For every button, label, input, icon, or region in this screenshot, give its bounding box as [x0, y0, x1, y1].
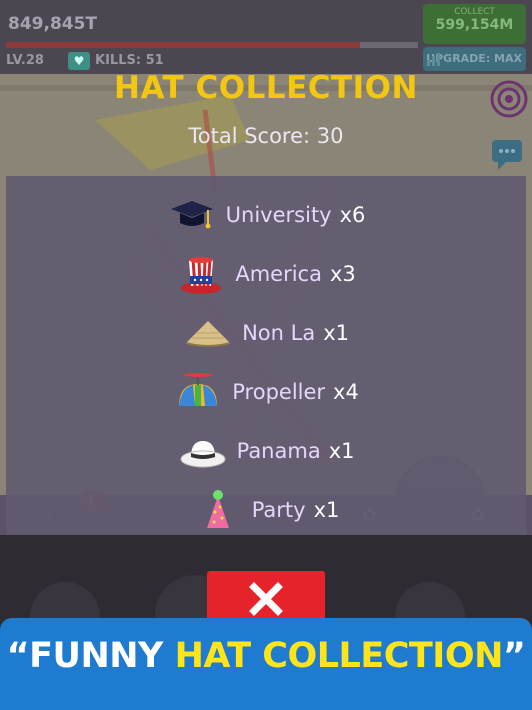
- hat-name: Propeller: [232, 380, 326, 404]
- hat-row-non-la: Non La x1: [6, 311, 526, 355]
- hat-name: Party: [251, 498, 306, 522]
- hat-row-party: Party x1: [6, 488, 526, 532]
- hat-row-panama: Panama x1: [6, 429, 526, 473]
- panama-hat-icon: [180, 441, 225, 468]
- promo-prefix: “FUNNY: [6, 636, 175, 676]
- party-hat-icon: [206, 490, 229, 528]
- hat-row-university: University x6: [6, 193, 526, 237]
- hat-name: Non La: [242, 321, 316, 345]
- hat-name: University: [225, 203, 332, 227]
- promo-banner: “FUNNY HAT COLLECTION”: [0, 618, 532, 710]
- hat-row-propeller: Propeller x4: [6, 370, 526, 414]
- total-score: Total Score: 30: [188, 124, 344, 148]
- promo-highlight: HAT COLLECTION: [174, 636, 504, 676]
- hat-count: x4: [333, 380, 359, 404]
- promo-text: “FUNNY HAT COLLECTION”: [7, 636, 526, 676]
- hat-count: x6: [339, 203, 366, 227]
- hat-count: x1: [313, 498, 340, 522]
- hat-count: x1: [323, 321, 349, 345]
- propeller-cap-icon: [179, 373, 218, 406]
- hat-name: America: [235, 262, 322, 286]
- uncle-sam-hat-icon: [181, 257, 222, 294]
- graduation-cap-icon: [170, 201, 213, 229]
- hat-list-panel: University x6 America x3 Non La x1 Prope…: [6, 176, 526, 535]
- modal-title: HAT COLLECTION: [114, 70, 418, 106]
- hat-count: x1: [328, 439, 355, 463]
- hat-name: Panama: [236, 439, 321, 463]
- hat-count: x3: [329, 262, 356, 286]
- promo-suffix: ”: [502, 636, 526, 676]
- close-icon: [249, 582, 283, 616]
- hat-row-america: America x3: [6, 252, 526, 296]
- conical-hat-icon: [185, 321, 231, 347]
